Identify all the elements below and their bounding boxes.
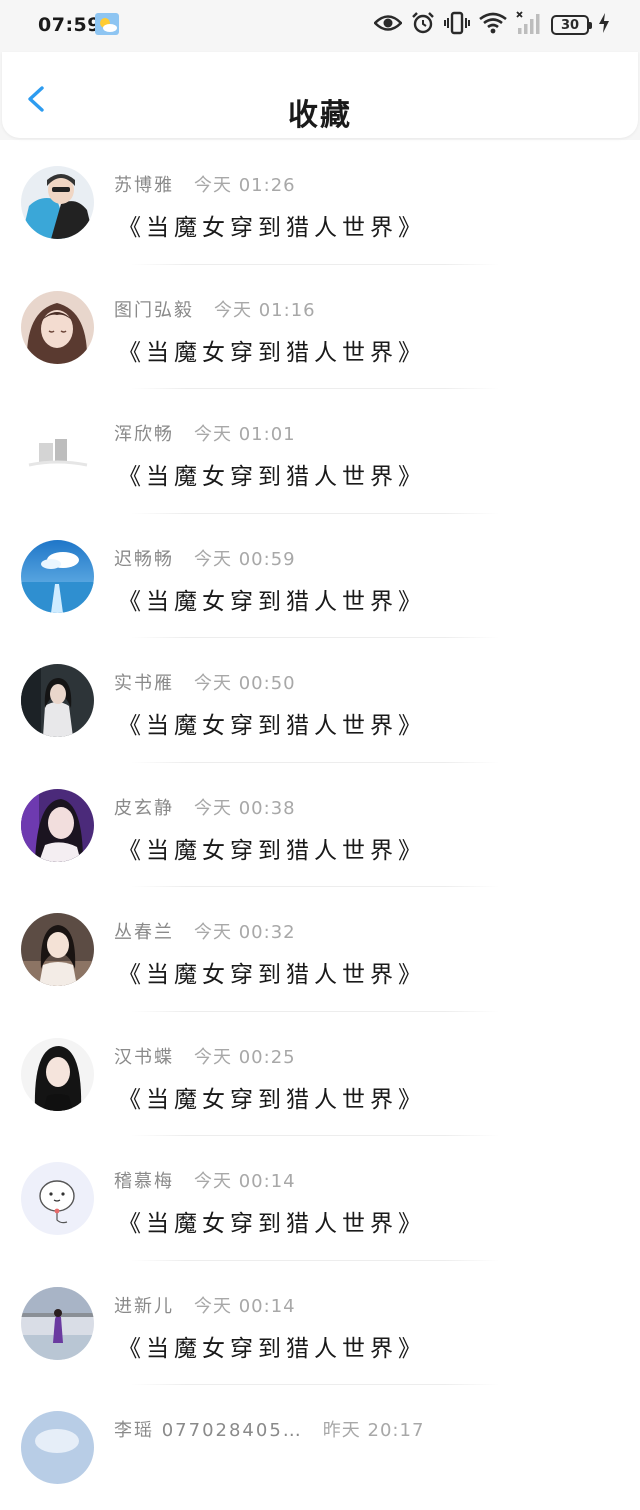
book-title[interactable]: 《当魔女穿到猎人世界》 bbox=[118, 831, 426, 865]
list-item[interactable]: 浑欣畅 今天 01:01 《当魔女穿到猎人世界》 bbox=[0, 389, 640, 514]
weather-sunny-icon bbox=[95, 13, 119, 35]
item-meta: 进新儿 今天 00:14 bbox=[114, 1292, 296, 1318]
timestamp: 今天 00:25 bbox=[194, 1046, 296, 1068]
avatar[interactable] bbox=[21, 1286, 94, 1360]
book-title[interactable]: 《当魔女穿到猎人世界》 bbox=[118, 333, 426, 367]
item-meta: 迟畅畅 今天 00:59 bbox=[114, 545, 296, 571]
battery-icon: 30 bbox=[551, 15, 592, 35]
avatar[interactable] bbox=[21, 1411, 94, 1484]
header-card: 收藏 bbox=[2, 52, 638, 138]
book-title[interactable]: 《当魔女穿到猎人世界》 bbox=[118, 208, 426, 242]
item-meta: 皮玄静 今天 00:38 bbox=[114, 794, 296, 820]
avatar[interactable] bbox=[21, 1162, 94, 1235]
item-meta: 李瑶 077028405… 昨天 20:17 bbox=[114, 1416, 424, 1442]
timestamp: 今天 00:59 bbox=[194, 548, 296, 570]
page-title: 收藏 bbox=[288, 98, 352, 133]
vibrate-icon bbox=[444, 11, 470, 39]
book-title[interactable]: 《当魔女穿到猎人世界》 bbox=[118, 582, 426, 616]
list-item[interactable]: 丛春兰 今天 00:32 《当魔女穿到猎人世界》 bbox=[0, 887, 640, 1012]
avatar[interactable] bbox=[21, 539, 94, 613]
wifi-icon bbox=[479, 12, 507, 38]
avatar[interactable] bbox=[21, 788, 94, 862]
user-name[interactable]: 苏博雅 bbox=[114, 171, 174, 197]
status-icons: 30 bbox=[373, 11, 610, 39]
item-meta: 实书雁 今天 00:50 bbox=[114, 669, 296, 695]
timestamp: 今天 00:50 bbox=[194, 673, 296, 694]
favorites-list: 苏博雅 今天 01:26 《当魔女穿到猎人世界》 图门弘毅 今天 01:16 《当魔… bbox=[0, 140, 640, 1510]
list-item[interactable]: 迟畅畅 今天 00:59 《当魔女穿到猎人世界》 bbox=[0, 514, 640, 638]
list-item[interactable]: 李瑶 077028405… 昨天 20:17 bbox=[0, 1385, 640, 1510]
status-time: 07:59 bbox=[38, 14, 101, 36]
timestamp: 今天 00:32 bbox=[194, 922, 296, 943]
book-title[interactable]: 《当魔女穿到猎人世界》 bbox=[118, 706, 426, 740]
user-name[interactable]: 稽慕梅 bbox=[114, 1167, 174, 1193]
user-name[interactable]: 皮玄静 bbox=[114, 794, 174, 820]
timestamp: 今天 01:26 bbox=[194, 175, 296, 196]
timestamp: 今天 00:38 bbox=[194, 797, 296, 819]
list-item[interactable]: 皮玄静 今天 00:38 《当魔女穿到猎人世界》 bbox=[0, 763, 640, 887]
user-name[interactable]: 丛春兰 bbox=[114, 918, 174, 944]
user-name[interactable]: 李瑶 077028405… bbox=[114, 1416, 303, 1442]
nav-bar: 收藏 bbox=[0, 52, 640, 140]
timestamp: 今天 00:14 bbox=[194, 1295, 296, 1317]
list-item[interactable]: 进新儿 今天 00:14 《当魔女穿到猎人世界》 bbox=[0, 1261, 640, 1385]
timestamp: 今天 01:01 bbox=[194, 424, 296, 445]
book-title[interactable]: 《当魔女穿到猎人世界》 bbox=[118, 955, 426, 989]
avatar[interactable] bbox=[21, 166, 94, 239]
charging-icon bbox=[598, 12, 610, 38]
user-name[interactable]: 浑欣畅 bbox=[114, 420, 174, 446]
alarm-icon bbox=[411, 11, 435, 39]
status-bar: 07:59 30 bbox=[0, 0, 640, 52]
user-name[interactable]: 汉书蝶 bbox=[114, 1043, 174, 1069]
user-name[interactable]: 迟畅畅 bbox=[114, 545, 174, 571]
user-name[interactable]: 实书雁 bbox=[114, 669, 174, 695]
list-item[interactable]: 汉书蝶 今天 00:25 《当魔女穿到猎人世界》 bbox=[0, 1012, 640, 1136]
avatar[interactable] bbox=[21, 1037, 94, 1111]
book-title[interactable]: 《当魔女穿到猎人世界》 bbox=[118, 457, 426, 491]
timestamp: 今天 00:14 bbox=[194, 1171, 296, 1192]
avatar[interactable] bbox=[21, 415, 94, 488]
eye-icon bbox=[373, 14, 403, 36]
user-name[interactable]: 进新儿 bbox=[114, 1292, 174, 1318]
item-meta: 浑欣畅 今天 01:01 bbox=[114, 420, 296, 446]
user-name[interactable]: 图门弘毅 bbox=[114, 296, 194, 322]
book-title[interactable]: 《当魔女穿到猎人世界》 bbox=[118, 1329, 426, 1363]
item-meta: 苏博雅 今天 01:26 bbox=[114, 171, 296, 197]
timestamp: 今天 01:16 bbox=[214, 299, 316, 321]
item-meta: 稽慕梅 今天 00:14 bbox=[114, 1167, 296, 1193]
list-item[interactable]: 苏博雅 今天 01:26 《当魔女穿到猎人世界》 bbox=[0, 140, 640, 265]
list-item[interactable]: 实书雁 今天 00:50 《当魔女穿到猎人世界》 bbox=[0, 638, 640, 763]
avatar[interactable] bbox=[21, 290, 94, 364]
list-item[interactable]: 图门弘毅 今天 01:16 《当魔女穿到猎人世界》 bbox=[0, 265, 640, 389]
book-title[interactable]: 《当魔女穿到猎人世界》 bbox=[118, 1204, 426, 1238]
signal-icon bbox=[516, 11, 542, 39]
item-meta: 汉书蝶 今天 00:25 bbox=[114, 1043, 296, 1069]
list-item[interactable]: 稽慕梅 今天 00:14 《当魔女穿到猎人世界》 bbox=[0, 1136, 640, 1261]
avatar[interactable] bbox=[21, 913, 94, 986]
avatar[interactable] bbox=[21, 664, 94, 737]
item-meta: 丛春兰 今天 00:32 bbox=[114, 918, 296, 944]
book-title[interactable]: 《当魔女穿到猎人世界》 bbox=[118, 1080, 426, 1114]
item-meta: 图门弘毅 今天 01:16 bbox=[114, 296, 316, 322]
timestamp: 昨天 20:17 bbox=[322, 1420, 425, 1441]
